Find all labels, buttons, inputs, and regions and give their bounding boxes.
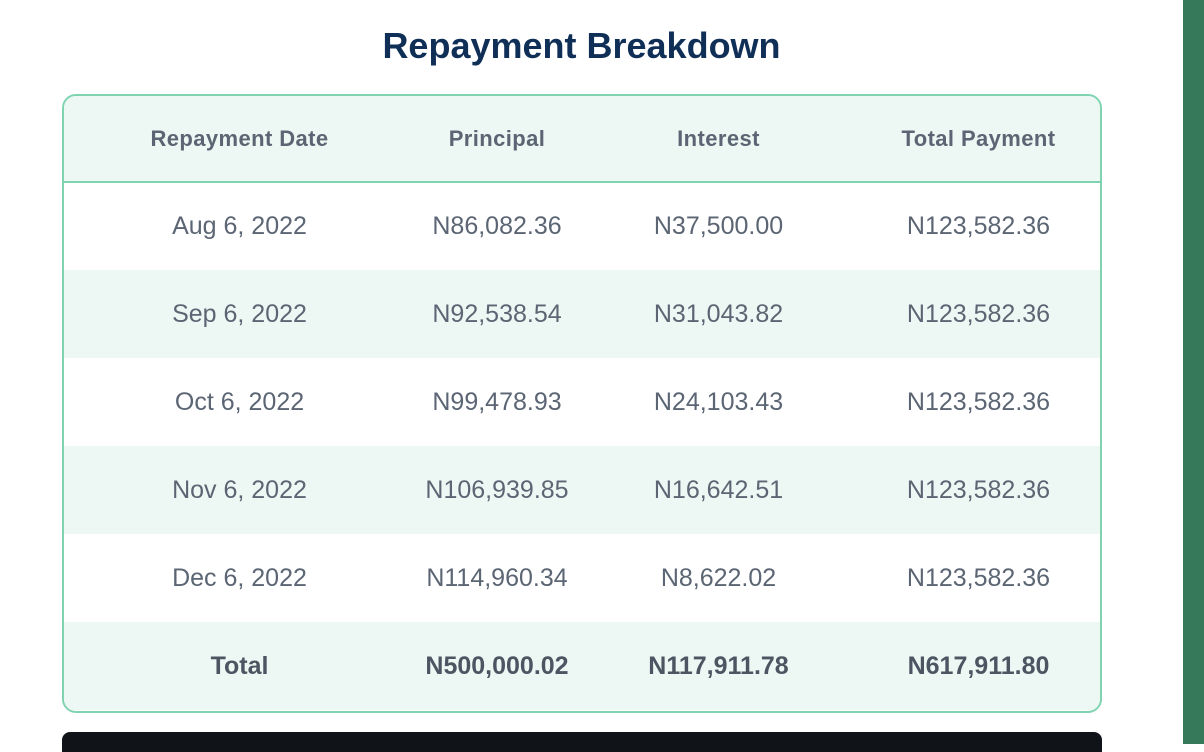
repayment-table-card: Repayment Date Principal Interest Total … bbox=[62, 94, 1102, 713]
header-total-payment: Total Payment bbox=[857, 96, 1100, 183]
side-panel-edge bbox=[1183, 0, 1204, 744]
header-repayment-date: Repayment Date bbox=[64, 96, 414, 183]
cell-principal: N114,960.34 bbox=[426, 563, 568, 592]
cell-date: Aug 6, 2022 bbox=[172, 212, 307, 240]
cell-interest: N8,622.02 bbox=[660, 563, 777, 592]
repayment-table: Repayment Date Principal Interest Total … bbox=[64, 96, 1100, 710]
header-interest: Interest bbox=[580, 96, 857, 183]
cell-total-payment: N123,582.36 bbox=[906, 212, 1051, 240]
table-row: Nov 6, 2022 N106,939.85 N16,642.51 N123,… bbox=[64, 446, 1100, 534]
cell-interest: N24,103.43 bbox=[653, 387, 784, 416]
cell-principal: N92,538.54 bbox=[432, 299, 562, 328]
total-principal: N500,000.02 bbox=[425, 651, 569, 680]
cell-interest: N16,642.51 bbox=[653, 475, 784, 504]
cell-principal: N99,478.93 bbox=[432, 387, 562, 416]
table-total-row: Total N500,000.02 N117,911.78 N617,911.8… bbox=[64, 622, 1100, 710]
cell-date: Dec 6, 2022 bbox=[172, 563, 307, 592]
cell-total-payment: N123,582.36 bbox=[906, 563, 1051, 592]
bottom-action-bar[interactable] bbox=[62, 732, 1102, 752]
table-row: Dec 6, 2022 N114,960.34 N8,622.02 N123,5… bbox=[64, 534, 1100, 622]
cell-date: Nov 6, 2022 bbox=[172, 475, 307, 504]
total-payment: N617,911.80 bbox=[907, 651, 1050, 680]
page-title: Repayment Breakdown bbox=[382, 25, 781, 67]
total-label: Total bbox=[210, 651, 269, 680]
total-interest: N117,911.78 bbox=[648, 651, 789, 680]
table-row: Aug 6, 2022 N86,082.36 N37,500.00 N123,5… bbox=[64, 182, 1100, 270]
header-principal: Principal bbox=[414, 96, 580, 183]
cell-date: Sep 6, 2022 bbox=[172, 299, 307, 328]
table-row: Sep 6, 2022 N92,538.54 N31,043.82 N123,5… bbox=[64, 270, 1100, 358]
cell-date: Oct 6, 2022 bbox=[174, 387, 305, 416]
cell-total-payment: N123,582.36 bbox=[906, 387, 1051, 416]
cell-interest: N37,500.00 bbox=[653, 212, 784, 240]
cell-interest: N31,043.82 bbox=[653, 299, 784, 328]
table-header-row: Repayment Date Principal Interest Total … bbox=[64, 96, 1100, 183]
cell-total-payment: N123,582.36 bbox=[906, 475, 1051, 504]
cell-principal: N106,939.85 bbox=[425, 475, 569, 504]
table-row: Oct 6, 2022 N99,478.93 N24,103.43 N123,5… bbox=[64, 358, 1100, 446]
cell-total-payment: N123,582.36 bbox=[906, 299, 1051, 328]
cell-principal: N86,082.36 bbox=[432, 212, 562, 240]
